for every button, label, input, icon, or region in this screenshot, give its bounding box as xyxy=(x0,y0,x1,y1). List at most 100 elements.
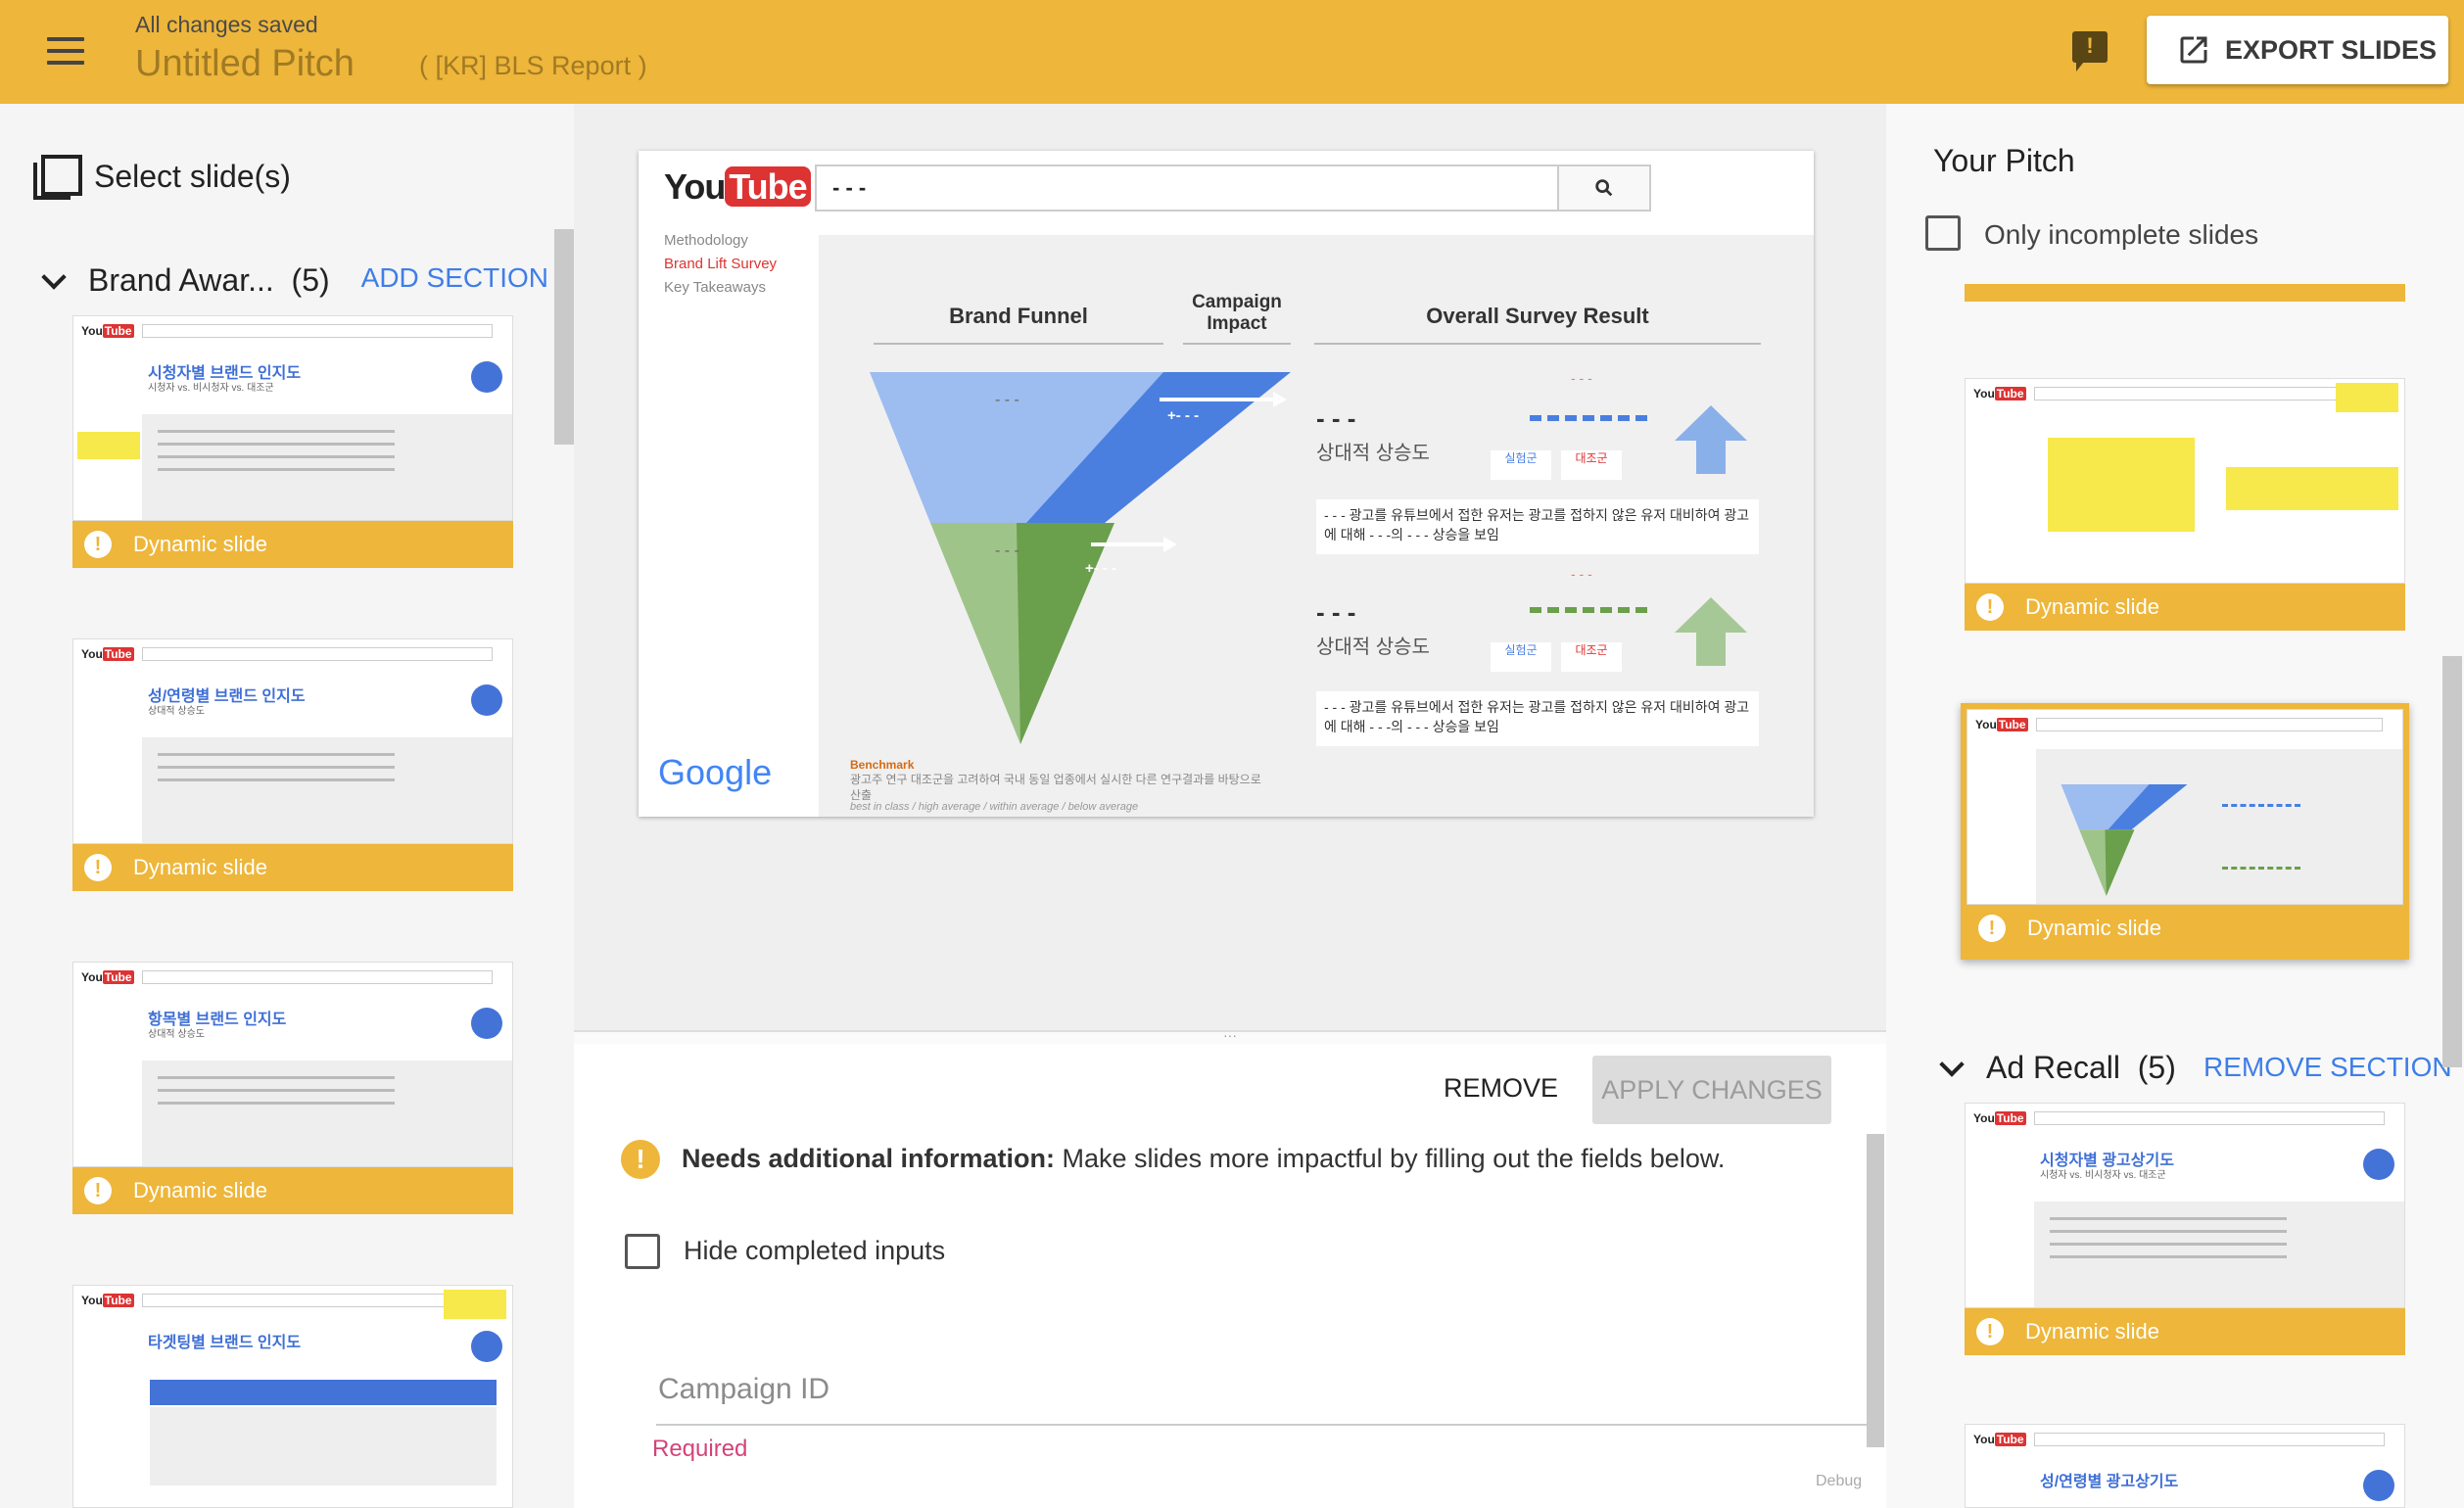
warning-icon: ! xyxy=(1976,593,2004,621)
required-hint: Required xyxy=(652,1436,748,1462)
apply-changes-button[interactable]: APPLY CHANGES xyxy=(1592,1056,1831,1124)
thumb-subtitle: 상대적 상승도 xyxy=(148,706,205,717)
slide-thumbnail[interactable]: You Tube xyxy=(1965,378,2405,584)
divider xyxy=(1183,343,1291,345)
result1-exp: 실험군 xyxy=(1491,450,1551,480)
remove-section-button[interactable]: REMOVE SECTION xyxy=(2203,1052,2452,1083)
youtube-logo: You Tube xyxy=(81,324,134,338)
benchmark-legend: best in class / high average / within av… xyxy=(850,801,1139,813)
warning-icon: ! xyxy=(84,854,112,881)
impact-value-1: +- - - xyxy=(1167,407,1200,424)
dynamic-slide-badge: ! Dynamic slide xyxy=(72,844,513,891)
pitch-title[interactable]: Untitled Pitch xyxy=(135,43,355,85)
badge-label: Dynamic slide xyxy=(133,532,267,556)
dynamic-slide-badge xyxy=(1965,284,2405,302)
scrollbar[interactable] xyxy=(1867,1134,1884,1447)
funnel-bottom-dark xyxy=(1017,523,1114,744)
menu-icon[interactable] xyxy=(47,37,84,65)
col-brand-funnel: Brand Funnel xyxy=(949,304,1088,328)
thumb-content xyxy=(142,737,512,843)
nav-methodology: Methodology xyxy=(664,232,748,249)
item-row xyxy=(2226,434,2398,463)
slide-thumbnail[interactable]: You Tube 항목별 브랜드 인지도 상대적 상승도 xyxy=(72,962,513,1167)
scrollbar[interactable] xyxy=(2442,656,2462,1067)
slide-thumbnail[interactable]: You Tube 성/연령별 광고상기도 xyxy=(1965,1424,2405,1508)
thumb-subtitle: 시청자 vs. 비시청자 vs. 대조군 xyxy=(148,383,274,394)
report-name: ( [KR] BLS Report ) xyxy=(419,51,647,80)
funnel-top-value: - - - xyxy=(995,392,1019,408)
slide-search-bar: - - - xyxy=(815,165,1651,212)
brand-funnel-chart xyxy=(870,372,1291,744)
mini-bar-green xyxy=(2222,867,2300,870)
divider xyxy=(1314,343,1761,345)
youtube-logo: You Tube xyxy=(81,1294,134,1307)
result2-top: - - - xyxy=(1571,566,1592,582)
slide-library-panel: Select slide(s) Brand Awar... (5) ADD SE… xyxy=(0,104,574,1508)
brand-circle xyxy=(471,1331,502,1362)
warning-icon: ! xyxy=(84,531,112,558)
chevron-down-icon[interactable] xyxy=(1939,1051,1965,1077)
open-in-new-icon xyxy=(2180,36,2207,64)
mini-bar-blue xyxy=(2222,804,2300,807)
benchmark-title: Benchmark xyxy=(850,758,915,772)
warning-icon: ! xyxy=(1976,1318,2004,1345)
only-incomplete-checkbox[interactable] xyxy=(1925,215,1961,251)
thumb-title: 성/연령별 광고상기도 xyxy=(2040,1474,2179,1490)
col-overall-survey: Overall Survey Result xyxy=(1426,304,1649,328)
needs-info-message: Needs additional information: Make slide… xyxy=(682,1144,1725,1174)
impact-value-2: +- - - xyxy=(1085,560,1117,577)
app-header: All changes saved Untitled Pitch ( [KR] … xyxy=(0,0,2464,104)
add-section-button[interactable]: ADD SECTION xyxy=(361,262,548,294)
warning-icon: ! xyxy=(621,1140,660,1179)
campaign-id-field[interactable]: Campaign ID xyxy=(658,1373,829,1406)
select-slides-toggle[interactable]: Select slide(s) xyxy=(33,155,291,200)
result2-value: - - - xyxy=(1316,597,1356,627)
result2-exp: 실험군 xyxy=(1491,642,1551,672)
result1-top: - - - xyxy=(1571,370,1592,386)
header-bar xyxy=(150,1380,497,1405)
youtube-logo: You Tube xyxy=(1973,1433,2026,1446)
resize-handle[interactable]: ··· xyxy=(574,1028,1886,1044)
thumb-search-bar xyxy=(2036,718,2383,731)
slide-thumbnail[interactable]: You Tube 타겟팅별 브랜드 인지도 xyxy=(72,1285,513,1508)
thumb-search-bar xyxy=(142,970,493,984)
your-pitch-panel: Your Pitch Only incomplete slides You Tub… xyxy=(1886,104,2464,1508)
remove-button[interactable]: REMOVE xyxy=(1444,1073,1558,1104)
up-arrow-blue-icon xyxy=(1675,405,1747,474)
badge-label: Dynamic slide xyxy=(133,1178,267,1202)
export-slides-button[interactable]: EXPORT SLIDES xyxy=(2147,16,2448,84)
slide-thumbnail[interactable]: You Tube 시청자별 브랜드 인지도 시청자 vs. 비시청자 vs. 대조… xyxy=(72,315,513,521)
nav-key-takeaways: Key Takeaways xyxy=(664,279,766,296)
badge-label: Dynamic slide xyxy=(2025,594,2159,619)
slide-preview: You Tube Methodology Brand Lift Survey Ke… xyxy=(639,151,1814,817)
slide-nav: Methodology Brand Lift Survey Key Takeaw… xyxy=(664,229,777,300)
hide-completed-checkbox[interactable] xyxy=(625,1234,660,1269)
debug-link[interactable]: Debug xyxy=(1816,1473,1862,1490)
yellow-box xyxy=(2226,467,2398,510)
up-arrow-green-icon xyxy=(1675,597,1747,666)
dynamic-slide-badge: ! Dynamic slide xyxy=(1965,584,2405,631)
nav-brand-lift-survey: Brand Lift Survey xyxy=(664,256,778,272)
feedback-icon[interactable]: ! xyxy=(2072,31,2108,71)
dynamic-slide-badge: ! Dynamic slide xyxy=(72,1167,513,1214)
export-label: EXPORT SLIDES xyxy=(2225,34,2438,65)
slide-thumbnail-selected[interactable]: You Tube xyxy=(1966,709,2403,905)
slide-edit-panel: REMOVE APPLY CHANGES ! Needs additional … xyxy=(574,1044,1886,1508)
chevron-down-icon[interactable] xyxy=(41,263,67,290)
section-header-brand-awareness: Brand Awar... (5) ADD SECTION xyxy=(39,262,548,299)
brand-circle xyxy=(2363,1470,2394,1501)
result2-label: 상대적 상승도 xyxy=(1316,636,1430,658)
youtube-logo: You Tube xyxy=(1973,1111,2026,1125)
section-name: Ad Recall xyxy=(1986,1050,2120,1085)
slide-thumbnail[interactable]: You Tube 시청자별 광고상기도 시청자 vs. 비시청자 vs. 대조군 xyxy=(1965,1103,2405,1308)
thumb-search-bar xyxy=(2034,1111,2385,1125)
dynamic-slide-badge: ! Dynamic slide xyxy=(72,521,513,568)
scrollbar[interactable] xyxy=(554,229,574,445)
select-multiple-icon xyxy=(33,155,82,200)
google-logo: Google xyxy=(658,752,773,792)
youtube-logo: You Tube xyxy=(1975,718,2028,731)
funnel-mini xyxy=(2061,784,2188,896)
slide-thumbnail[interactable]: You Tube 성/연령별 브랜드 인지도 상대적 상승도 xyxy=(72,638,513,844)
only-incomplete-label: Only incomplete slides xyxy=(1984,219,2259,250)
section-count: (5) xyxy=(291,262,330,298)
